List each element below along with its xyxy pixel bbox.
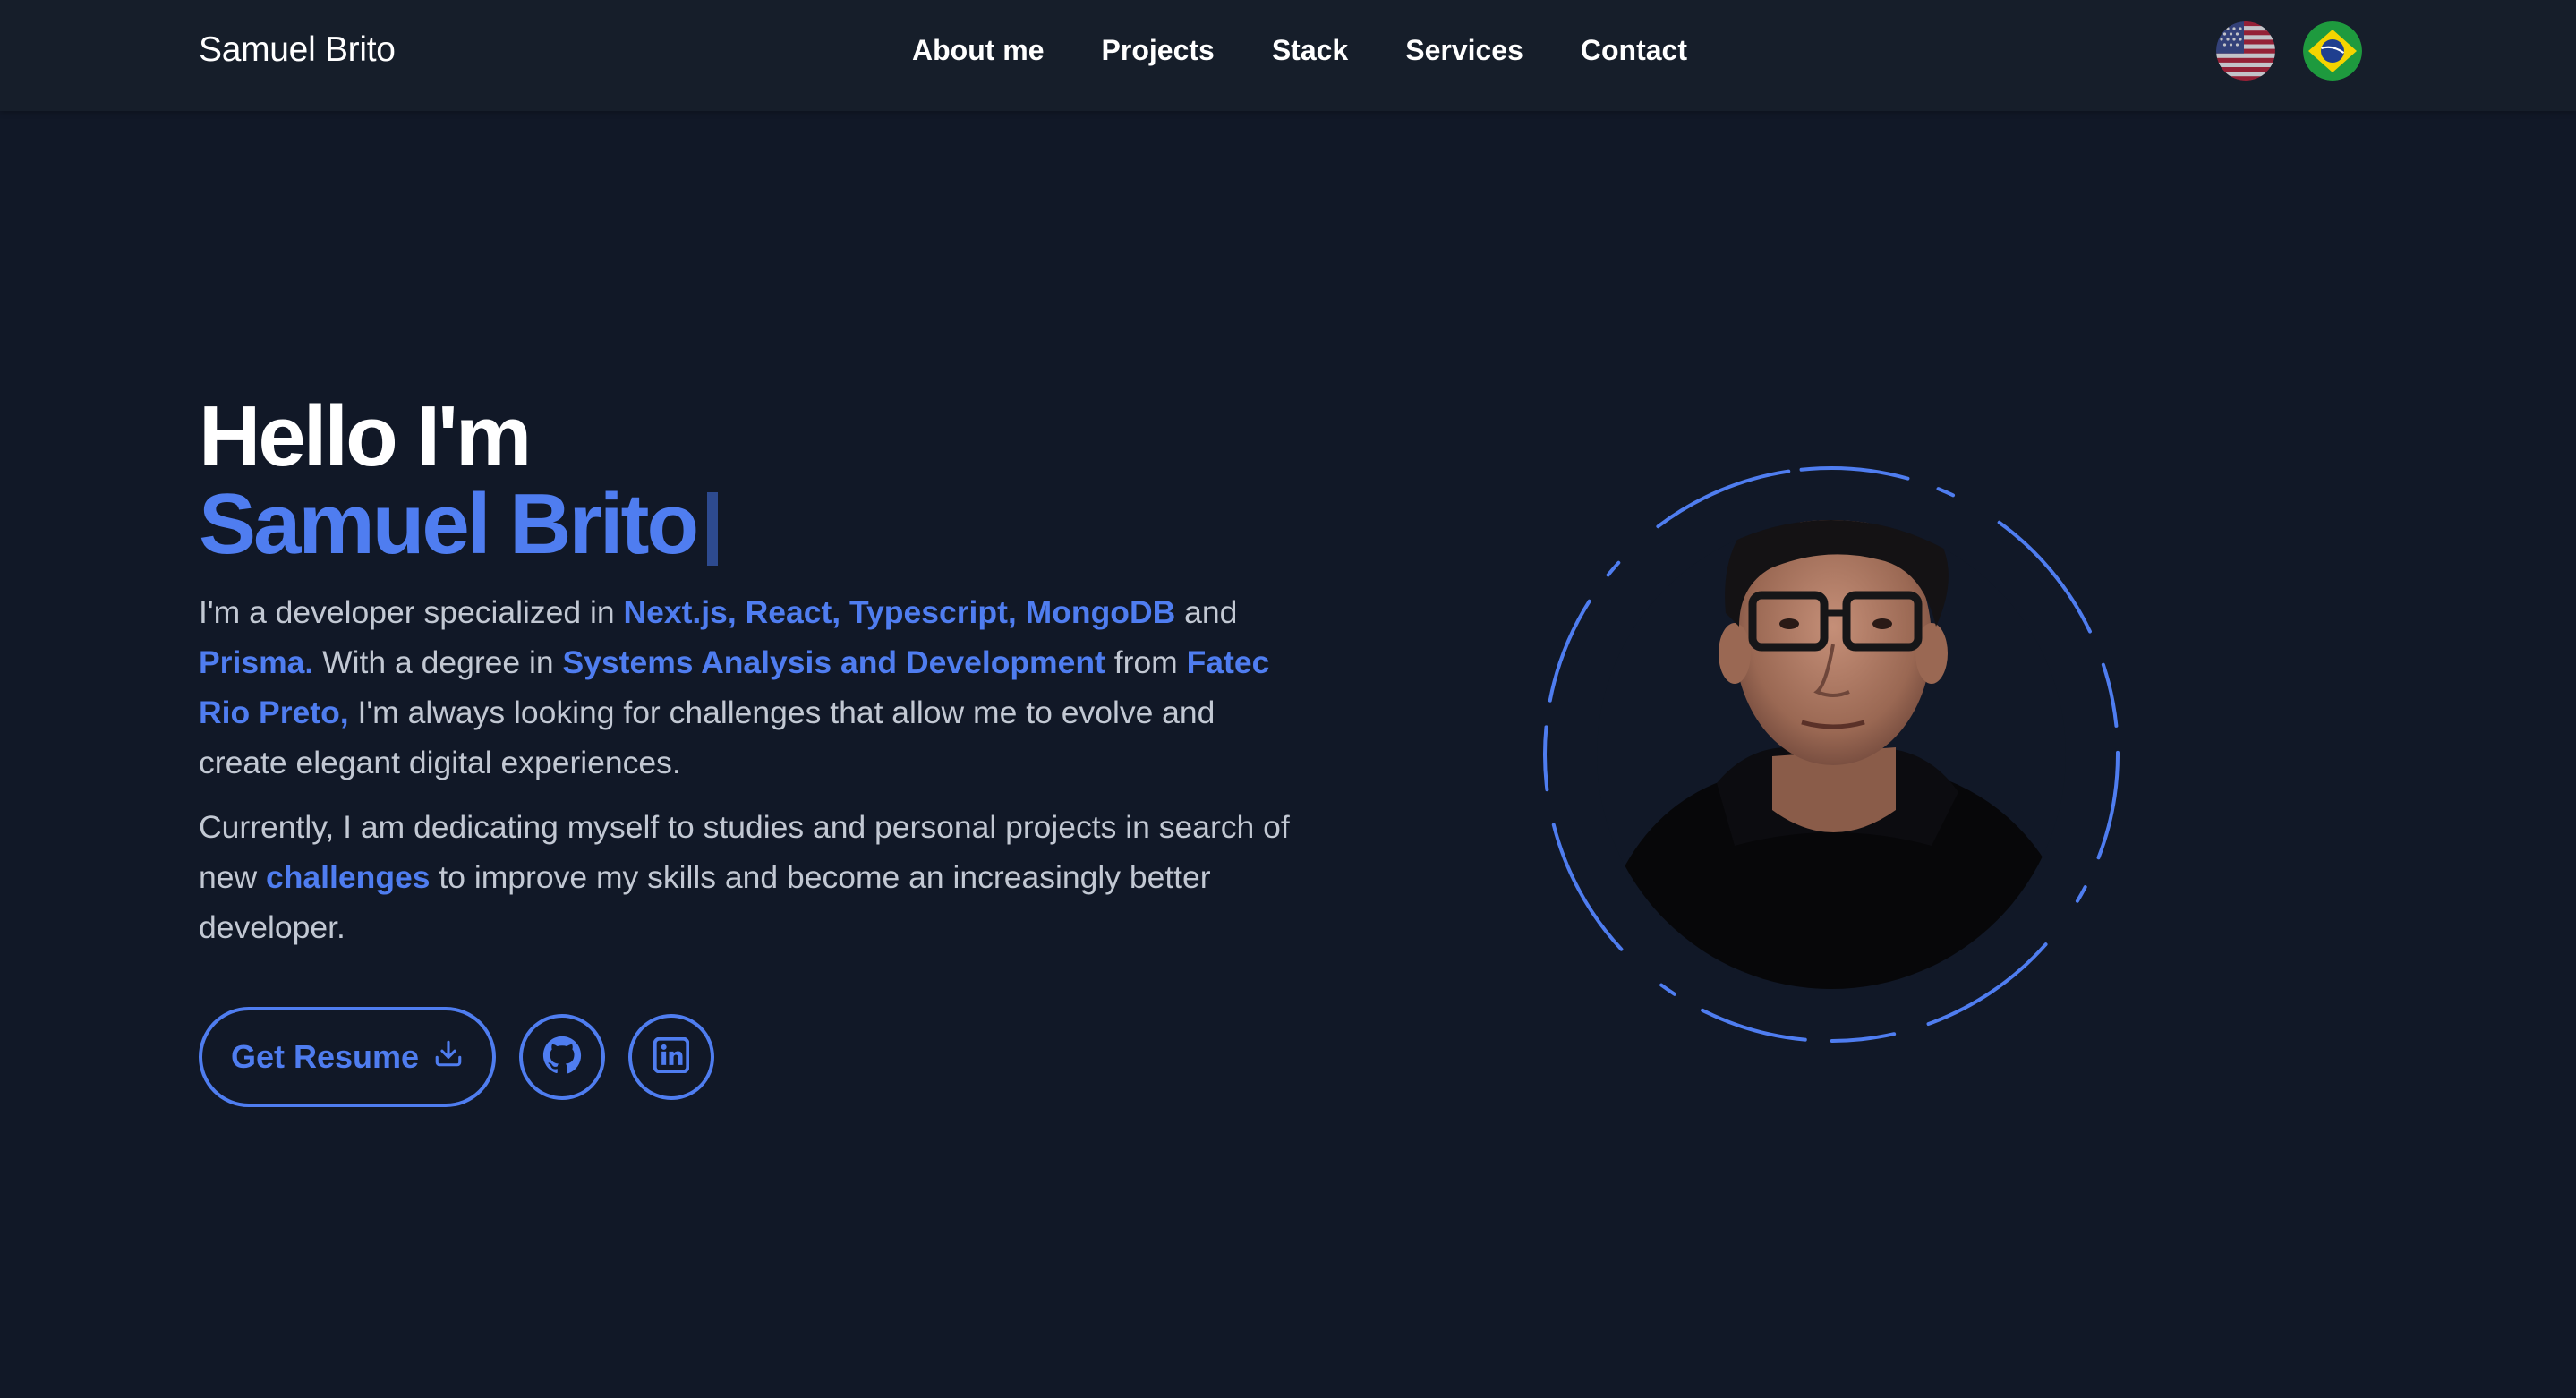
nav-projects[interactable]: Projects: [1102, 34, 1215, 67]
nav-about-me[interactable]: About me: [912, 34, 1045, 67]
intro-text-3: With a degree in: [313, 644, 563, 680]
linkedin-button[interactable]: [628, 1014, 714, 1100]
hero-buttons: Get Resume: [199, 1007, 714, 1107]
intro-text-5: I'm always looking for challenges that a…: [199, 695, 1215, 780]
linkedin-icon: [653, 1036, 690, 1078]
typing-cursor: [707, 492, 719, 566]
github-icon: [542, 1036, 582, 1079]
current-highlight-challenges: challenges: [266, 859, 431, 895]
intro-text-2: and: [1175, 594, 1238, 630]
nav-contact[interactable]: Contact: [1581, 34, 1687, 67]
greeting-heading: Hello I'm: [199, 388, 532, 484]
brazil-flag-icon[interactable]: [2303, 21, 2362, 81]
intro-highlight-stack: Next.js, React, Typescript, MongoDB: [623, 594, 1176, 630]
site-header: Samuel Brito About me Projects Stack Ser…: [0, 0, 2576, 111]
nav-services[interactable]: Services: [1405, 34, 1523, 67]
name-heading: Samuel Brito: [199, 480, 1318, 569]
brand-logo[interactable]: Samuel Brito: [199, 30, 396, 70]
avatar-photo: [1597, 520, 2066, 989]
profile-portrait: [1538, 461, 2125, 1048]
intro-paragraph: I'm a developer specialized in Next.js, …: [199, 587, 1309, 788]
hero-section: Hello I'm Samuel Brito I'm a developer s…: [199, 394, 1318, 952]
main-nav: About me Projects Stack Services Contact: [912, 34, 1687, 67]
intro-text-4: from: [1105, 644, 1187, 680]
intro-highlight-prisma: Prisma.: [199, 644, 314, 680]
download-icon: [433, 1038, 464, 1077]
get-resume-button[interactable]: Get Resume: [199, 1007, 496, 1107]
current-paragraph: Currently, I am dedicating myself to stu…: [199, 802, 1309, 952]
get-resume-label: Get Resume: [230, 1038, 420, 1075]
github-button[interactable]: [519, 1014, 605, 1100]
us-flag-icon[interactable]: [2216, 21, 2275, 81]
intro-highlight-degree: Systems Analysis and Development: [562, 644, 1105, 680]
name-text: Samuel Brito: [199, 476, 699, 572]
nav-stack[interactable]: Stack: [1272, 34, 1348, 67]
intro-text-1: I'm a developer specialized in: [199, 594, 624, 630]
